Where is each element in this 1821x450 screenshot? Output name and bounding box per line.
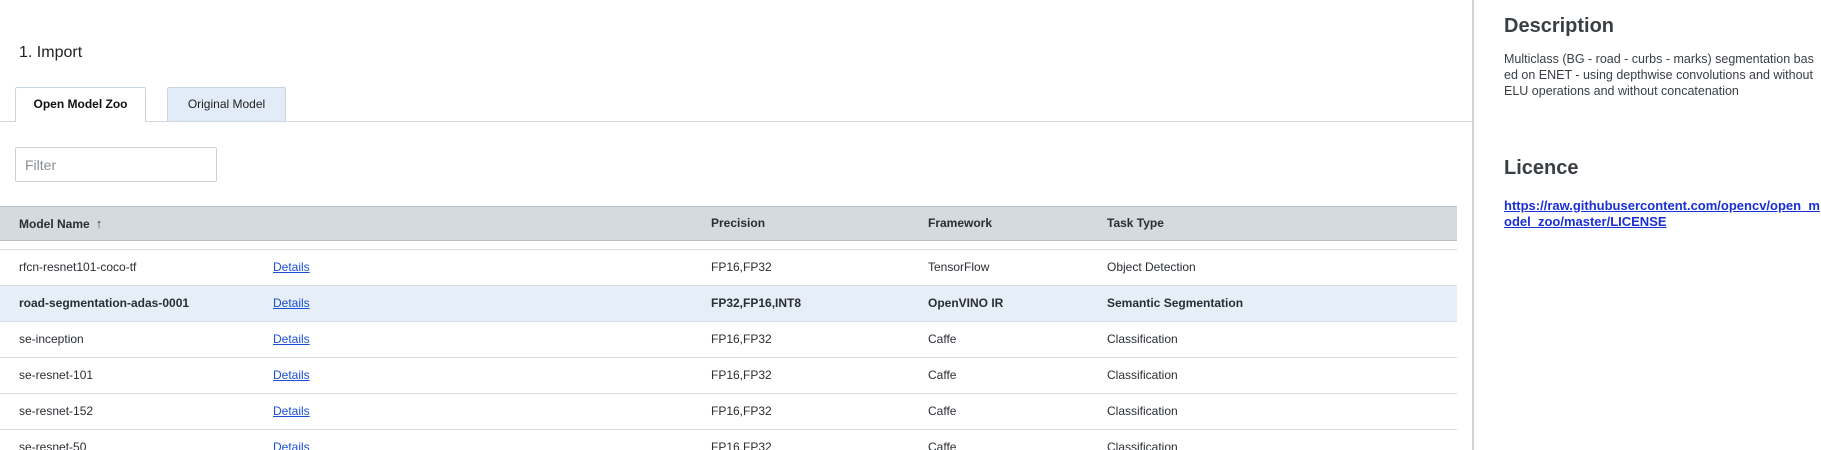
precision-cell: FP16,FP32 (711, 440, 772, 450)
column-header-framework[interactable]: Framework (928, 207, 992, 240)
table-row[interactable]: se-resnet-101 Details FP16,FP32 Caffe Classi… (0, 358, 1457, 394)
framework-cell: OpenVINO IR (928, 296, 1004, 310)
task-type-cell: Semantic Segmentation (1107, 296, 1244, 310)
precision-cell: FP16,FP32 (711, 404, 772, 418)
table-row[interactable]: se-resnet-50 Details FP16,FP32 Caffe Classif… (0, 430, 1457, 450)
task-type-cell: Classification (1107, 440, 1178, 450)
framework-cell: Caffe (928, 440, 957, 450)
task-type-cell: Classification (1107, 332, 1178, 346)
task-type-cell: Classification (1107, 404, 1178, 418)
section-title: 1. Import (19, 44, 83, 61)
table-row[interactable]: rfcn-resnet101-coco-tf Details FP16,FP32 Te… (0, 250, 1457, 286)
precision-cell: FP16,FP32 (711, 260, 772, 274)
licence-title: Licence (1504, 157, 1579, 179)
description-title: Description (1504, 15, 1615, 37)
framework-cell: Caffe (928, 368, 957, 382)
filter-input[interactable] (15, 147, 217, 182)
model-name-cell: road-segmentation-adas-0001 (19, 296, 190, 310)
details-link[interactable]: Details (273, 286, 310, 321)
table-body: rfcn-resnet101-coco-tf Details FP16,FP32 Te… (0, 250, 1457, 450)
task-type-cell: Object Detection (1107, 260, 1196, 274)
details-link[interactable]: Details (273, 394, 310, 429)
models-table: Model Name ↑ Precision Framework Task Typ… (0, 206, 1457, 450)
column-header-label: Model Name (19, 217, 90, 231)
table-row-partial (0, 241, 1457, 250)
model-name-cell: se-resnet-152 (19, 404, 94, 418)
framework-cell: TensorFlow (928, 260, 990, 274)
model-name-cell: rfcn-resnet101-coco-tf (19, 260, 137, 274)
precision-cell: FP16,FP32 (711, 368, 772, 382)
licence-link[interactable]: https://raw.githubusercontent.com/opencv… (1504, 198, 1820, 230)
tabs-divider (0, 121, 1472, 122)
model-name-cell: se-inception (19, 332, 84, 346)
table-row[interactable]: road-segmentation-adas-0001 Details FP32,F… (0, 286, 1457, 322)
precision-cell: FP32,FP16,INT8 (711, 296, 802, 310)
details-link[interactable]: Details (273, 250, 310, 285)
tab-open-model-zoo[interactable]: Open Model Zoo (15, 87, 146, 122)
details-link[interactable]: Details (273, 322, 310, 357)
framework-cell: Caffe (928, 332, 957, 346)
table-header: Model Name ↑ Precision Framework Task Typ… (0, 206, 1457, 241)
column-header-precision[interactable]: Precision (711, 207, 765, 240)
task-type-cell: Classification (1107, 368, 1178, 382)
tab-original-model[interactable]: Original Model (167, 87, 286, 121)
details-link[interactable]: Details (273, 430, 310, 450)
model-import-panel: 1. Import Open Model Zoo Original Model … (0, 0, 1472, 450)
column-header-model-name[interactable]: Model Name ↑ (19, 207, 102, 241)
column-header-task-type[interactable]: Task Type (1107, 207, 1164, 240)
model-name-cell: se-resnet-101 (19, 368, 94, 382)
framework-cell: Caffe (928, 404, 957, 418)
model-name-cell: se-resnet-50 (19, 440, 87, 450)
model-details-panel: Description Multiclass (BG - road - curb… (1474, 0, 1821, 450)
table-row[interactable]: se-resnet-152 Details FP16,FP32 Caffe Classi… (0, 394, 1457, 430)
precision-cell: FP16,FP32 (711, 332, 772, 346)
details-link[interactable]: Details (273, 358, 310, 393)
arrow-up-icon: ↑ (95, 216, 103, 231)
description-text: Multiclass (BG - road - curbs - marks) s… (1504, 52, 1814, 98)
table-row[interactable]: se-inception Details FP16,FP32 Caffe Classif… (0, 322, 1457, 358)
